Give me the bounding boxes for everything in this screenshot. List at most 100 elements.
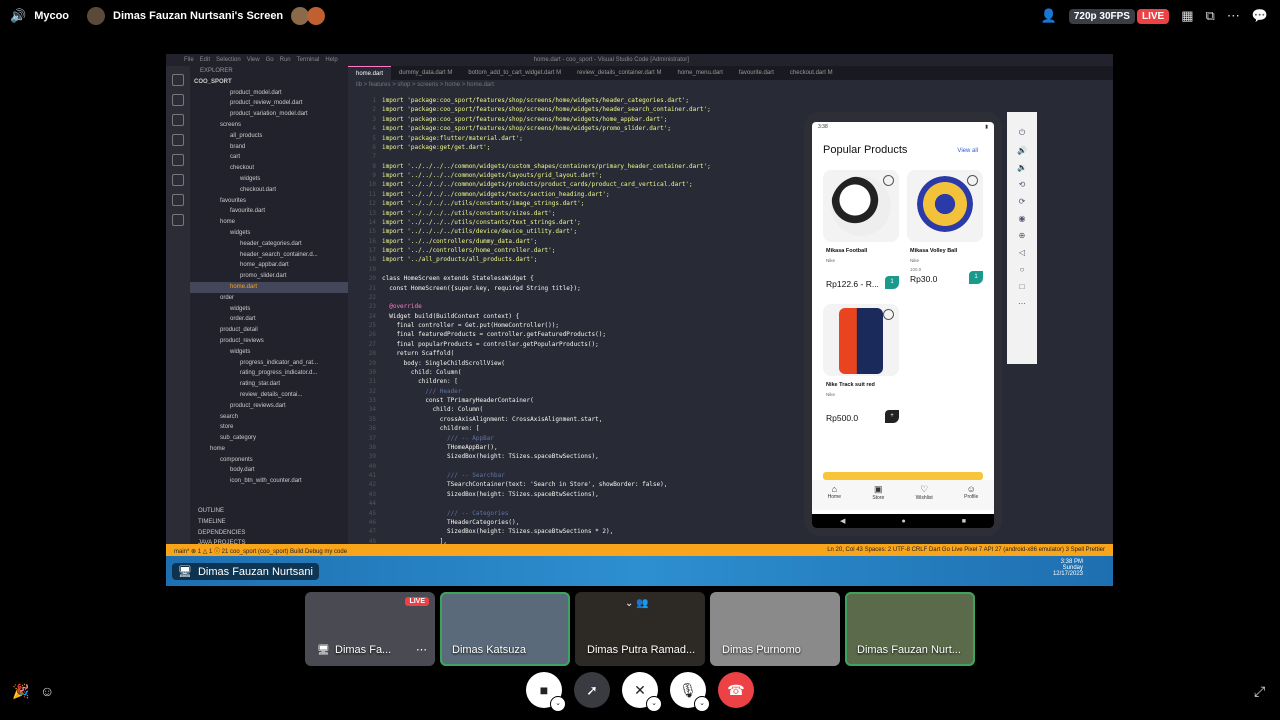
- volume-up-icon[interactable]: 🔊: [1017, 146, 1027, 155]
- code-line[interactable]: 1 import 'package:coo_sport/features/shop…: [348, 96, 958, 105]
- nav-home[interactable]: ⌂ Home: [828, 480, 841, 510]
- viewer-avatar-2[interactable]: [307, 7, 326, 25]
- file-tree-item[interactable]: progress_indicator_and_rat...: [190, 358, 348, 369]
- dependencies-section[interactable]: DEPENDENCIES: [190, 528, 348, 539]
- more-icon[interactable]: ⋯: [1018, 299, 1026, 308]
- heart-icon[interactable]: [883, 309, 894, 320]
- file-tree-item[interactable]: screens: [190, 120, 348, 131]
- microphone-button[interactable]: 🎙 ⌄: [670, 672, 710, 712]
- menu-help[interactable]: Help: [325, 57, 337, 63]
- nav-profile[interactable]: ☺ Profile: [964, 480, 978, 510]
- outline-section[interactable]: OUTLINE: [190, 506, 348, 517]
- file-tree-item[interactable]: icon_btn_with_counter.dart: [190, 476, 348, 487]
- file-tree-item[interactable]: order: [190, 293, 348, 304]
- activities-button[interactable]: ➚: [574, 672, 610, 708]
- participant-tile[interactable]: Dimas Katsuza: [440, 592, 570, 666]
- back-icon[interactable]: ◁: [1019, 248, 1025, 257]
- file-tree-item[interactable]: components: [190, 455, 348, 466]
- menu-terminal[interactable]: Terminal: [297, 57, 320, 63]
- file-tree-item[interactable]: store: [190, 422, 348, 433]
- view-all-link[interactable]: View all: [957, 148, 978, 154]
- leave-call-button[interactable]: ☎: [718, 672, 754, 708]
- tab-home-menu[interactable]: home_menu.dart: [670, 66, 731, 80]
- chat-icon[interactable]: 💬: [1252, 8, 1268, 24]
- menu-go[interactable]: Go: [266, 57, 274, 63]
- extensions-icon[interactable]: [172, 154, 184, 166]
- file-tree-item[interactable]: favourites: [190, 196, 348, 207]
- debug-icon[interactable]: [172, 134, 184, 146]
- camera-button[interactable]: ■ ⌄: [526, 672, 566, 712]
- file-tree-item[interactable]: rating_progress_indicator.d...: [190, 368, 348, 379]
- file-tree-item[interactable]: sub_category: [190, 433, 348, 444]
- file-tree-item[interactable]: product_model.dart: [190, 88, 348, 99]
- chevron-down-icon[interactable]: ⌄ 👥: [625, 598, 649, 609]
- project-name[interactable]: COO_SPORT: [190, 77, 348, 88]
- file-tree-item[interactable]: rating_star.dart: [190, 379, 348, 390]
- camera-icon[interactable]: ◉: [1019, 214, 1026, 223]
- tab-home-dart[interactable]: home.dart: [348, 66, 392, 80]
- file-tree-item[interactable]: widgets: [190, 174, 348, 185]
- tab-bottom-add-to-cart[interactable]: bottom_add_to_cart_widget.dart M: [460, 66, 569, 80]
- status-right[interactable]: Ln 20, Col 43 Spaces: 2 UTF-8 CRLF Dart …: [827, 547, 1105, 553]
- remote-icon[interactable]: [172, 214, 184, 226]
- explorer-icon[interactable]: [172, 74, 184, 86]
- participant-tile[interactable]: Dimas Purnomo: [710, 592, 840, 666]
- file-tree-item[interactable]: home_appbar.dart: [190, 260, 348, 271]
- file-tree-item[interactable]: header_search_container.d...: [190, 250, 348, 261]
- more-options-icon[interactable]: ⋯: [1227, 8, 1240, 24]
- source-control-icon[interactable]: [172, 114, 184, 126]
- participant-tile[interactable]: ⌄ 👥 Dimas Putra Ramad...: [575, 592, 705, 666]
- volume-down-icon[interactable]: 🔉: [1017, 163, 1027, 172]
- nav-wishlist[interactable]: ♡ Wishlist: [916, 480, 933, 510]
- emulator-screen[interactable]: 3:38 ▮ Popular Products View all Mikasa …: [812, 122, 994, 528]
- product-card[interactable]: Nike Track suit red Nike Rp500.0 +: [823, 304, 899, 423]
- rotate-left-icon[interactable]: ⟲: [1019, 180, 1026, 189]
- promo-banner[interactable]: [823, 472, 983, 480]
- add-to-cart-button[interactable]: 1: [885, 276, 899, 289]
- power-icon[interactable]: ⏻: [1019, 128, 1025, 138]
- file-tree-item[interactable]: header_categories.dart: [190, 239, 348, 250]
- timeline-section[interactable]: TIMELINE: [190, 517, 348, 528]
- file-tree-item[interactable]: product_reviews: [190, 336, 348, 347]
- testing-icon[interactable]: [172, 174, 184, 186]
- file-tree-item[interactable]: product_review_model.dart: [190, 98, 348, 109]
- rotate-right-icon[interactable]: ⟳: [1019, 197, 1026, 206]
- back-icon[interactable]: ◀: [840, 517, 845, 525]
- file-tree-item[interactable]: checkout: [190, 163, 348, 174]
- overview-icon[interactable]: □: [1020, 282, 1025, 291]
- file-tree-item[interactable]: search: [190, 412, 348, 423]
- file-tree-item[interactable]: body.dart: [190, 465, 348, 476]
- file-tree-item[interactable]: brand: [190, 142, 348, 153]
- heart-icon[interactable]: [967, 175, 978, 186]
- menu-file[interactable]: File: [184, 57, 194, 63]
- menu-selection[interactable]: Selection: [216, 57, 241, 63]
- file-tree-item[interactable]: promo_slider.dart: [190, 271, 348, 282]
- file-tree-item[interactable]: home: [190, 444, 348, 455]
- zoom-icon[interactable]: ⊕: [1019, 231, 1026, 240]
- participant-tile[interactable]: Dimas Fauzan Nurt...: [845, 592, 975, 666]
- home-circle-icon[interactable]: ●: [901, 518, 905, 525]
- status-left[interactable]: main* ⊗ 1 △ 1 ⓘ 21 coo_sport (coo_sport)…: [174, 546, 347, 555]
- tab-checkout[interactable]: checkout.dart M: [782, 66, 841, 80]
- add-friend-icon[interactable]: 👤: [1041, 8, 1057, 24]
- taskbar-clock[interactable]: 3:38 PM Sunday 12/17/2023: [1053, 559, 1083, 577]
- file-tree-item[interactable]: home: [190, 217, 348, 228]
- search-icon[interactable]: [172, 94, 184, 106]
- file-tree-item[interactable]: review_details_contai...: [190, 390, 348, 401]
- tile-more-icon[interactable]: ⋯: [416, 643, 427, 656]
- stop-stream-button[interactable]: ✕ ⌄: [622, 672, 662, 712]
- menu-view[interactable]: View: [247, 57, 260, 63]
- heart-icon[interactable]: [883, 175, 894, 186]
- product-card[interactable]: Mikasa Football Nike Rp122.6 - R... 1: [823, 170, 899, 289]
- speaker-icon[interactable]: 🔊: [10, 8, 26, 24]
- fullscreen-icon[interactable]: ⤢: [1254, 683, 1265, 700]
- tab-dummy-data[interactable]: dummy_data.dart M: [391, 66, 460, 80]
- file-tree-item[interactable]: product_reviews.dart: [190, 401, 348, 412]
- file-tree-item[interactable]: cart: [190, 152, 348, 163]
- file-tree-item[interactable]: widgets: [190, 304, 348, 315]
- file-tree-item[interactable]: order.dart: [190, 314, 348, 325]
- file-tree-item[interactable]: checkout.dart: [190, 185, 348, 196]
- product-card[interactable]: Mikasa Volley Ball Nike 100.0 Rp30.0 1: [907, 170, 983, 284]
- breadcrumb[interactable]: lib > features > shop > screens > home >…: [348, 80, 1113, 90]
- nav-store[interactable]: ▣ Store: [872, 480, 884, 510]
